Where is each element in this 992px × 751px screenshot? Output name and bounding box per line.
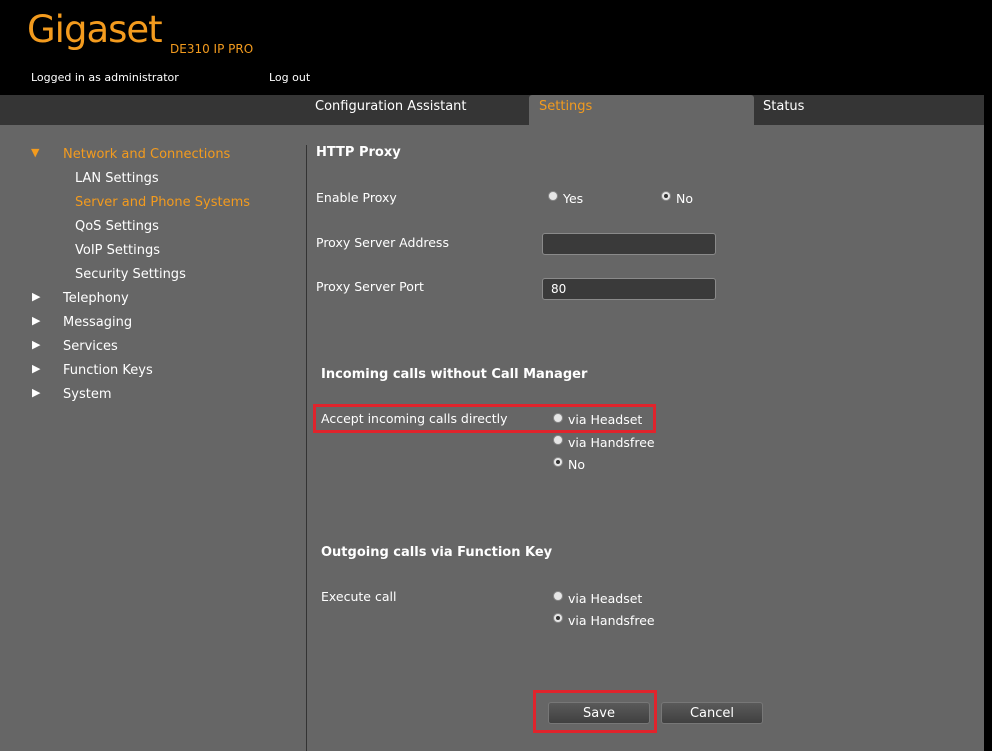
- gigaset-logo: Gigaset: [27, 8, 163, 51]
- proxy-no-label: No: [676, 191, 693, 206]
- incoming-handsfree-radio[interactable]: [553, 435, 563, 445]
- sidebar-item-server-and-phone-systems[interactable]: Server and Phone Systems: [75, 195, 250, 210]
- sidebar-item-qos-settings[interactable]: QoS Settings: [75, 219, 159, 234]
- caret-right-icon[interactable]: ▶: [32, 314, 40, 327]
- login-status: Logged in as administrator: [31, 71, 179, 84]
- incoming-headset-label: via Headset: [568, 412, 643, 427]
- sidebar-item-voip-settings[interactable]: VoIP Settings: [75, 243, 160, 258]
- outgoing-handsfree-radio[interactable]: [553, 613, 563, 623]
- proxy-address-input[interactable]: [542, 233, 716, 255]
- sidebar-item-services[interactable]: Services: [63, 339, 118, 354]
- incoming-no-label: No: [568, 457, 585, 472]
- sidebar-item-lan-settings[interactable]: LAN Settings: [75, 171, 159, 186]
- save-button[interactable]: Save: [548, 702, 650, 724]
- tab-settings[interactable]: Settings: [529, 95, 754, 125]
- tab-configuration-assistant[interactable]: Configuration Assistant: [305, 95, 527, 125]
- caret-right-icon[interactable]: ▶: [32, 338, 40, 351]
- proxy-yes-label: Yes: [563, 191, 584, 206]
- caret-down-icon[interactable]: ▼: [31, 146, 39, 159]
- proxy-yes-radio[interactable]: [548, 191, 558, 201]
- outgoing-handsfree-label: via Handsfree: [568, 613, 655, 628]
- caret-right-icon[interactable]: ▶: [32, 386, 40, 399]
- outgoing-calls-heading: Outgoing calls via Function Key: [321, 545, 553, 560]
- model-name: DE310 IP PRO: [170, 42, 254, 56]
- accept-calls-label: Accept incoming calls directly: [321, 411, 508, 426]
- incoming-calls-heading: Incoming calls without Call Manager: [321, 367, 588, 382]
- caret-right-icon[interactable]: ▶: [32, 362, 40, 375]
- incoming-headset-radio[interactable]: [553, 413, 563, 423]
- sidebar-item-function-keys[interactable]: Function Keys: [63, 363, 153, 378]
- execute-call-label: Execute call: [321, 589, 397, 604]
- logout-link[interactable]: Log out: [269, 71, 310, 84]
- sidebar-item-security-settings[interactable]: Security Settings: [75, 267, 186, 282]
- proxy-address-label: Proxy Server Address: [316, 235, 449, 250]
- caret-right-icon[interactable]: ▶: [32, 290, 40, 303]
- enable-proxy-label: Enable Proxy: [316, 190, 397, 205]
- sidebar-divider: [306, 145, 307, 751]
- sidebar-item-network-and-connections[interactable]: Network and Connections: [63, 147, 230, 162]
- cancel-button[interactable]: Cancel: [661, 702, 763, 724]
- outgoing-headset-radio[interactable]: [553, 591, 563, 601]
- sidebar-item-telephony[interactable]: Telephony: [63, 291, 129, 306]
- incoming-handsfree-label: via Handsfree: [568, 435, 655, 450]
- outgoing-headset-label: via Headset: [568, 591, 643, 606]
- incoming-no-radio[interactable]: [553, 457, 563, 467]
- sidebar-item-messaging[interactable]: Messaging: [63, 315, 132, 330]
- proxy-port-label: Proxy Server Port: [316, 279, 424, 294]
- proxy-port-input[interactable]: [542, 278, 716, 300]
- http-proxy-heading: HTTP Proxy: [316, 145, 401, 160]
- tab-status[interactable]: Status: [753, 95, 983, 125]
- sidebar-item-system[interactable]: System: [63, 387, 111, 402]
- proxy-no-radio[interactable]: [661, 191, 671, 201]
